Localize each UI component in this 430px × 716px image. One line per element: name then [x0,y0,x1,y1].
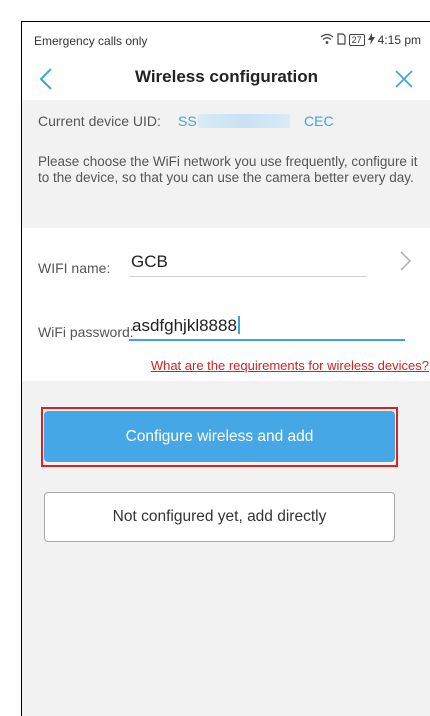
wifi-password-text: asdfghjkl8888 [132,316,237,335]
battery-indicator: 27 [348,34,365,46]
uid-prefix: SS [178,113,197,129]
configure-wireless-button[interactable]: Configure wireless and add [44,411,395,462]
uid-redaction [198,114,290,128]
carrier-status: Emergency calls only [34,34,148,48]
add-directly-button[interactable]: Not configured yet, add directly [44,492,395,542]
chevron-right-icon [400,251,412,271]
charging-icon [367,33,375,47]
wifi-select-button[interactable] [395,246,415,276]
clock: 4:15 pm [377,33,421,47]
wifi-password-field[interactable]: asdfghjkl8888 [132,316,240,336]
wifi-form: WIFI name: GCB WiFi password: asdfghjkl8… [22,228,430,381]
app-screen: Emergency calls only 27 4:15 pm Wireless… [21,21,430,716]
status-icons: 27 4:15 pm [320,33,421,47]
close-icon [395,70,413,88]
text-cursor [237,316,240,334]
nav-bar: Wireless configuration [22,58,430,100]
wifi-signal-icon [320,33,334,47]
wifi-name-field[interactable]: GCB [131,252,168,272]
wifi-name-underline [129,276,367,277]
status-bar: Emergency calls only 27 4:15 pm [22,22,430,58]
close-button[interactable] [389,64,419,94]
device-uid-row: Current device UID: SS CEC [22,100,430,142]
uid-label: Current device UID: [38,113,161,129]
wifi-password-label: WiFi password: [38,324,134,340]
uid-suffix: CEC [304,113,334,129]
sim-card-icon [337,33,346,47]
wifi-tip: Please choose the WiFi network you use f… [22,146,430,226]
wifi-name-label: WIFI name: [38,260,111,276]
wifi-password-underline [129,339,405,341]
page-title: Wireless configuration [134,67,319,86]
requirements-link[interactable]: What are the requirements for wireless d… [151,358,429,373]
